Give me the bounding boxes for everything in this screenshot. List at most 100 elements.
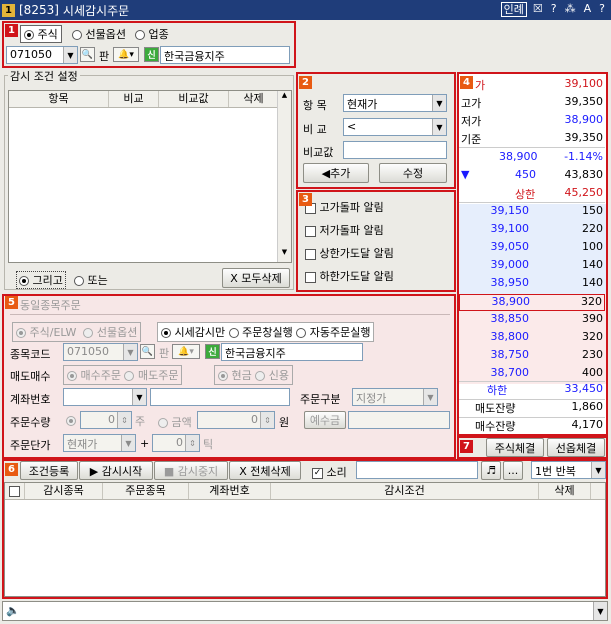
status-dropdown[interactable]: ▼ [593, 602, 607, 620]
amount-input[interactable]: 0 ⇕ [197, 411, 275, 429]
order-search-icon[interactable]: 🔍 [140, 344, 155, 359]
settings-icon[interactable]: ⁂ [563, 2, 578, 17]
start-watch-button[interactable]: ▶ 감시시작 [79, 461, 153, 480]
search-icon[interactable]: 🔍 [80, 47, 95, 62]
order-code-input[interactable]: 071050 ▼ [63, 343, 138, 361]
alert-lower-limit[interactable]: 하한가도달 알림 [305, 268, 394, 284]
down-arrow-icon: ▼ [461, 168, 470, 181]
delete-all-watch-button[interactable]: X 전체삭제 [229, 461, 301, 480]
bell-icon[interactable]: 🔔▾ [113, 47, 139, 62]
qty-radio[interactable] [66, 414, 76, 427]
order-type-select[interactable]: 지정가 ▼ [352, 388, 438, 406]
ask-row[interactable]: 38,950 140 [459, 276, 605, 293]
volume-value: 43,830 [564, 168, 604, 181]
lower-value: 33,450 [564, 382, 604, 395]
ask-row[interactable]: 39,100 220 [459, 222, 605, 239]
price-type-select[interactable]: 현재가 ▼ [63, 434, 136, 452]
open-label: 가 [475, 79, 486, 92]
qty-input[interactable]: 0 ⇕ [80, 411, 132, 429]
help-icon[interactable]: ? [549, 2, 559, 17]
bid-row[interactable]: 38,850 390 [459, 312, 605, 329]
browse-button[interactable]: ... [503, 461, 523, 480]
col-watch-stock: 감시종목 [25, 483, 103, 499]
stock-fill-button[interactable]: 주식체결 [486, 438, 544, 457]
lower-label: 하한 [487, 384, 508, 397]
side-radios[interactable]: 매수주문 매도주문 [63, 365, 183, 385]
price-plus: + [140, 437, 150, 450]
alert-high-break[interactable]: 고가돌파 알림 [305, 199, 384, 215]
code-label: 종목코드 [10, 348, 51, 361]
ask-row[interactable]: 39,000 140 [459, 258, 605, 275]
ask-row[interactable]: 39,050 100 [459, 240, 605, 257]
window-box-icon[interactable]: ☒ [531, 2, 545, 17]
radio-or[interactable]: 또는 [74, 272, 108, 288]
radio-stock[interactable]: 주식 [20, 25, 62, 43]
order-bell-icon[interactable]: 🔔▾ [172, 344, 200, 359]
question-icon[interactable]: ? [597, 2, 607, 17]
font-icon[interactable]: A [582, 2, 594, 17]
music-icon[interactable]: ♬ [481, 461, 501, 480]
tick-unit: 틱 [203, 438, 214, 451]
alert-low-break[interactable]: 저가돌파 알림 [305, 222, 384, 238]
watch-mode-radios[interactable]: 시세감시만 주문창실행 자동주문실행 [157, 322, 375, 342]
current-price: 38,900 [499, 150, 538, 163]
stock-name-field[interactable]: 한국금융지주 [160, 46, 290, 64]
watch-list-table[interactable]: 감시종목 주문종목 계좌번호 감시조건 삭제 [4, 482, 606, 597]
badge-6: 6 [5, 463, 18, 476]
edit-button[interactable]: 수정 [379, 163, 447, 183]
add-button[interactable]: ◀추가 [303, 163, 369, 183]
alert-upper-limit[interactable]: 상한가도달 알림 [305, 245, 394, 261]
badge-5: 5 [5, 296, 18, 309]
amount-unit: 원 [279, 416, 290, 429]
change-pct: -1.14% [564, 150, 603, 163]
account-name-field[interactable] [150, 388, 290, 406]
bid-row[interactable]: 38,800 320 [459, 330, 605, 347]
register-button[interactable]: 조건등록 [20, 461, 78, 480]
account-select[interactable]: ▼ [63, 388, 147, 406]
stop-watch-button[interactable]: ■ 감시중지 [154, 461, 228, 480]
value-input[interactable] [343, 141, 447, 159]
bid-row[interactable]: 38,900 320 [459, 294, 605, 311]
item-select[interactable]: 현재가 ▼ [343, 94, 447, 112]
sound-checkbox[interactable]: ✓ 소리 [312, 464, 347, 480]
order-code-button[interactable]: 판 [159, 345, 169, 361]
quote-panel: 가 39,100 고가 39,350 저가 38,900 기준 39,350 38,90… [459, 75, 606, 434]
status-bar: 🔈 ▼ [2, 601, 608, 621]
bid-qty: 320 [582, 330, 603, 343]
speaker-icon: 🔈 [6, 604, 20, 617]
delete-all-button[interactable]: X 모두삭제 [222, 268, 290, 288]
col-select[interactable] [5, 483, 25, 499]
deposit-button[interactable]: 예수금 [304, 411, 346, 429]
radio-futures[interactable]: 선물옵션 [72, 26, 126, 42]
condition-scrollbar[interactable]: ▲ ▼ [277, 91, 291, 262]
badge-4: 4 [460, 76, 473, 89]
repeat-select[interactable]: 1번 반복 ▼ [531, 461, 606, 479]
sound-file-input[interactable] [356, 461, 478, 479]
condition-table[interactable]: 항목 비교 비교값 삭제 ▲ ▼ [8, 90, 292, 263]
new-tag: 신 [144, 47, 159, 62]
badge-2: 2 [299, 76, 312, 89]
deposit-field[interactable] [348, 411, 450, 429]
bid-qty: 320 [581, 295, 602, 308]
amount-radio[interactable]: 금액 [158, 414, 192, 430]
radio-and[interactable]: 그리고 [16, 271, 66, 289]
low-value: 38,900 [564, 113, 604, 126]
radio-stock-elw[interactable]: 주식/ELW 선물옵션 [12, 322, 142, 342]
compare-select[interactable]: < ▼ [343, 118, 447, 136]
window-code: [8253] [19, 3, 59, 17]
bid-row[interactable]: 38,750 230 [459, 348, 605, 365]
col-remove: 삭제 [539, 483, 591, 499]
order-stock-name[interactable]: 한국금융지주 [221, 343, 363, 361]
code-button[interactable]: 판 [99, 48, 109, 64]
price-label: 주문단가 [10, 439, 51, 452]
link-icon[interactable]: 인례 [500, 2, 527, 17]
futures-fill-button[interactable]: 선옵체결 [547, 438, 605, 457]
cash-radios[interactable]: 현금 신용 [214, 365, 293, 385]
radio-sector[interactable]: 업종 [135, 26, 169, 42]
bid-price: 38,850 [490, 312, 530, 325]
radio-stock-dot[interactable] [24, 30, 34, 40]
stock-code-input[interactable]: 071050 ▼ [6, 46, 78, 64]
tick-input[interactable]: 0 ⇕ [152, 434, 200, 452]
ask-row[interactable]: 39,150 150 [459, 204, 605, 221]
ask-qty: 140 [582, 258, 603, 271]
